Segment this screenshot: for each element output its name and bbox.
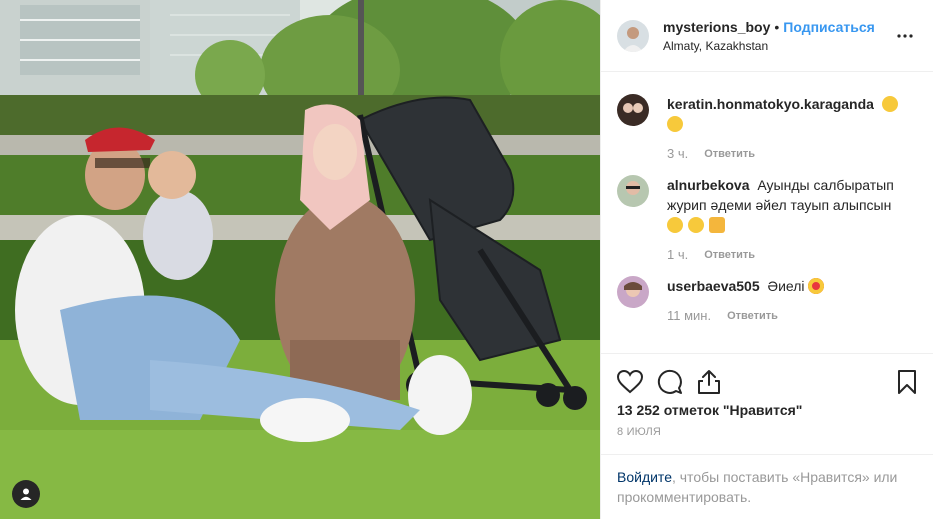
login-prompt: Войдите, чтобы поставить «Нравится» или … bbox=[601, 454, 933, 519]
tagged-users-button[interactable] bbox=[12, 480, 40, 508]
login-link[interactable]: Войдите bbox=[617, 469, 672, 485]
heart-eyes-emoji bbox=[808, 278, 825, 294]
smiling-emoji bbox=[687, 217, 704, 233]
comment-username[interactable]: alnurbekova bbox=[667, 177, 749, 193]
reply-button[interactable]: Ответить bbox=[727, 310, 778, 322]
thumbs-up-emoji bbox=[708, 217, 725, 233]
separator-dot: • bbox=[774, 18, 780, 35]
grinning-squint-emoji bbox=[881, 96, 898, 112]
post-location[interactable]: Almaty, Kazakhstan bbox=[663, 39, 893, 53]
author-avatar[interactable] bbox=[617, 19, 649, 52]
comment-item: userbaeva505 Әиелі 11 мин. Ответить bbox=[617, 276, 917, 323]
comment-item: keratin.honmatokyo.karaganda 3 ч. Ответи… bbox=[617, 94, 917, 161]
comment-bubble-icon bbox=[657, 369, 682, 394]
post-date: 8 ИЮЛЯ bbox=[617, 426, 662, 438]
bookmark-icon bbox=[898, 370, 916, 394]
instagram-post: mysterions_boy • Подписаться Almaty, Kaz… bbox=[0, 0, 933, 519]
family-park-photo bbox=[0, 0, 600, 519]
share-button[interactable] bbox=[697, 362, 737, 402]
comment-item: alnurbekova Ауынды салбыратып журип әдем… bbox=[617, 175, 917, 262]
comment-time: 11 мин. bbox=[667, 308, 712, 323]
comment-username[interactable]: keratin.honmatokyo.karaganda bbox=[667, 96, 874, 112]
user-icon bbox=[20, 488, 32, 500]
comments-list: keratin.honmatokyo.karaganda 3 ч. Ответи… bbox=[601, 72, 933, 353]
commenter-avatar[interactable] bbox=[617, 94, 649, 126]
reply-button[interactable]: Ответить bbox=[704, 249, 755, 261]
follow-button[interactable]: Подписаться bbox=[783, 19, 875, 35]
comment-time: 3 ч. bbox=[667, 146, 689, 161]
more-options-button[interactable] bbox=[893, 24, 917, 48]
comment-button[interactable] bbox=[657, 362, 697, 402]
commenter-avatar[interactable] bbox=[617, 175, 649, 207]
more-horizontal-icon bbox=[897, 33, 913, 38]
post-photo[interactable] bbox=[0, 0, 600, 519]
like-button[interactable] bbox=[617, 362, 657, 402]
commenter-avatar[interactable] bbox=[617, 276, 649, 308]
post-actions: 13 252 отметок "Нравится" 8 ИЮЛЯ bbox=[601, 353, 933, 438]
heart-icon bbox=[617, 370, 643, 394]
reply-button[interactable]: Ответить bbox=[704, 148, 755, 160]
comment-text: Әиелі bbox=[767, 278, 805, 294]
smiling-emoji bbox=[667, 217, 683, 233]
author-username[interactable]: mysterions_boy bbox=[663, 19, 770, 35]
comment-username[interactable]: userbaeva505 bbox=[667, 278, 760, 294]
post-side-panel: mysterions_boy • Подписаться Almaty, Kaz… bbox=[600, 0, 933, 519]
share-icon bbox=[698, 370, 720, 394]
grinning-squint-emoji bbox=[667, 116, 683, 132]
save-button[interactable] bbox=[877, 362, 917, 402]
post-header: mysterions_boy • Подписаться Almaty, Kaz… bbox=[601, 0, 933, 72]
comment-time: 1 ч. bbox=[667, 247, 689, 262]
likes-count[interactable]: 13 252 отметок "Нравится" bbox=[617, 402, 917, 418]
